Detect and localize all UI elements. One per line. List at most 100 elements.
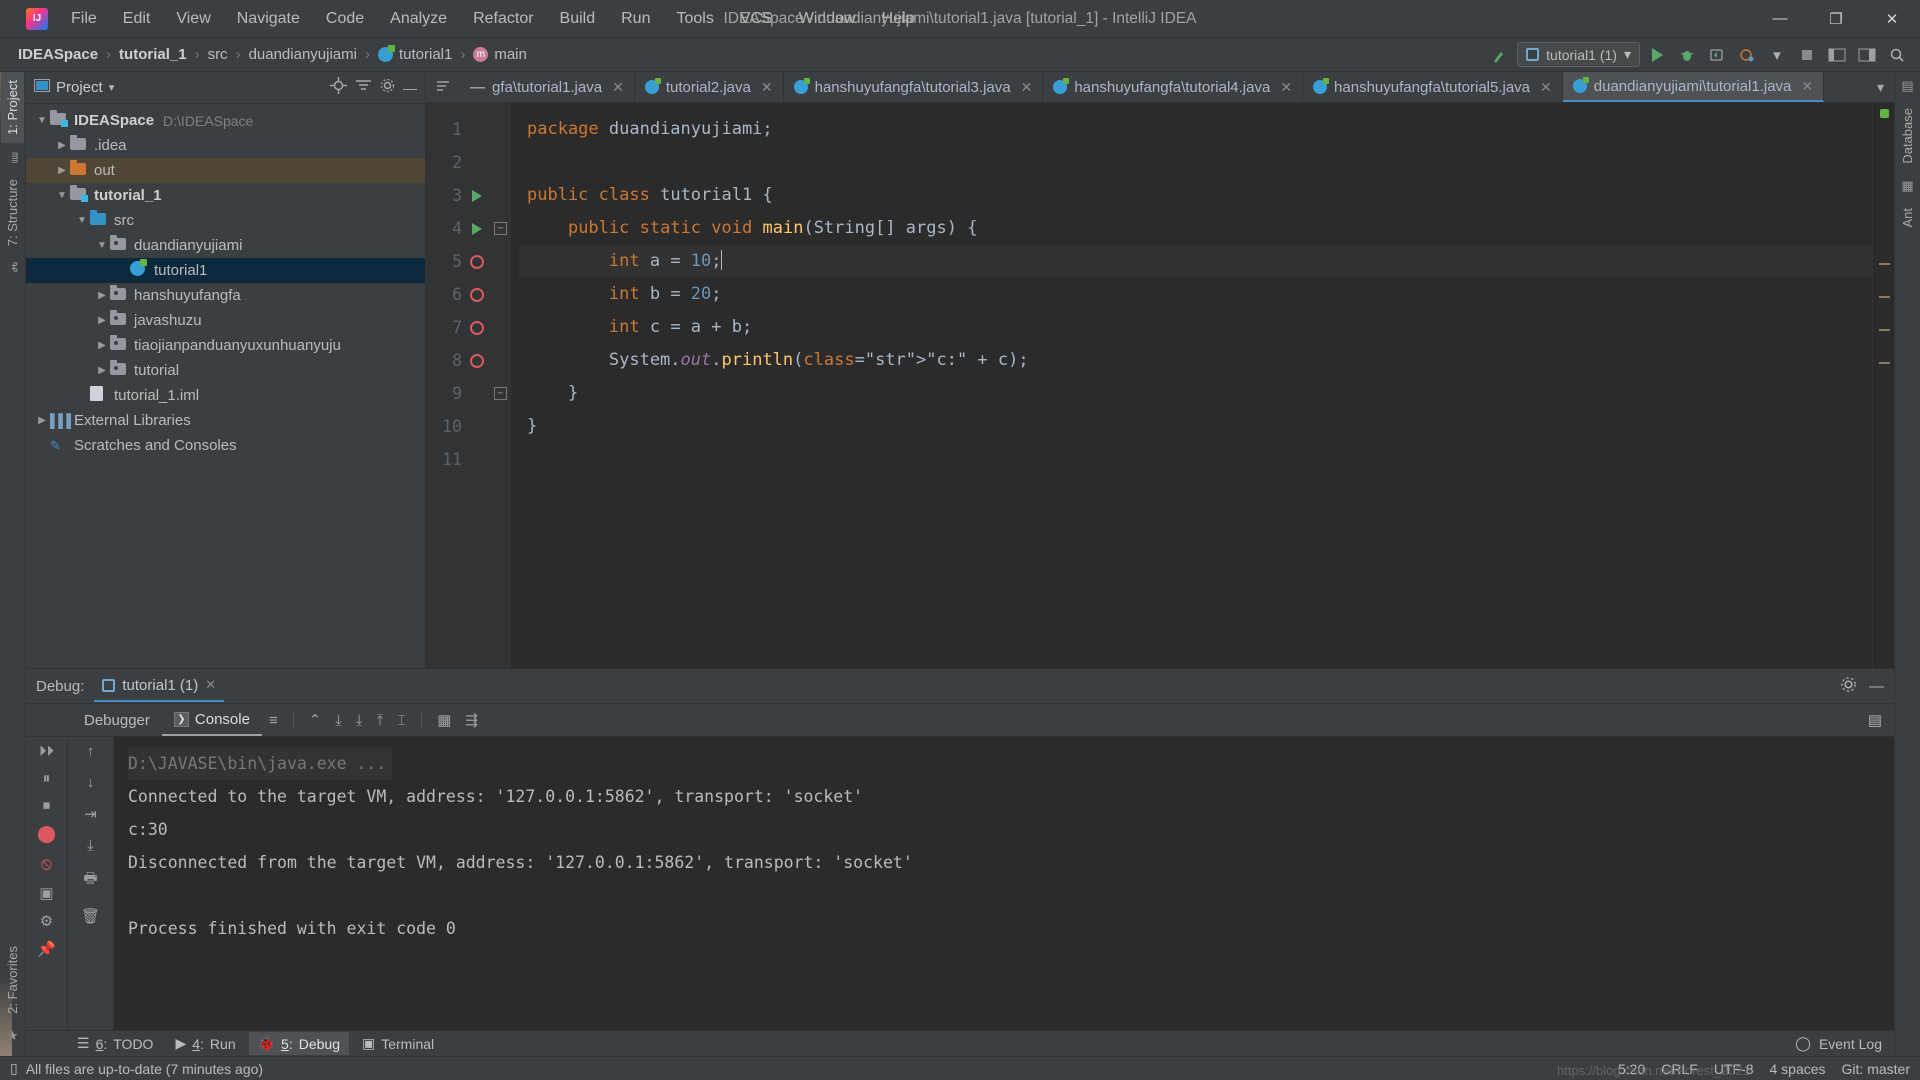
gutter-line-4[interactable]: 4− (426, 212, 511, 245)
error-stripe-marker[interactable] (1872, 103, 1894, 668)
gutter-line-10[interactable]: 10 (426, 410, 511, 443)
menu-code[interactable]: Code (313, 6, 377, 32)
chevron-down-icon[interactable]: ▾ (1764, 42, 1790, 68)
tool-window-debug[interactable]: 🐞 5: Debug (248, 1032, 349, 1055)
tree-expand-arrow-icon[interactable]: ▶ (94, 315, 110, 326)
sidebar-item-database[interactable]: Database (1896, 100, 1919, 172)
hide-window-icon[interactable]: — (403, 80, 417, 96)
tool-window-run[interactable]: ▶ 4: Run (166, 1032, 244, 1055)
breadcrumb-tutorial-1[interactable]: tutorial_1 (115, 45, 191, 64)
close-icon[interactable]: ✕ (1801, 78, 1813, 95)
print-table-icon[interactable]: ▦ (430, 711, 458, 729)
tree-node-tutorial_1[interactable]: ▼ tutorial_1 (26, 183, 425, 208)
close-icon[interactable]: ✕ (1021, 79, 1033, 96)
tree-node-duandianyujiami[interactable]: ▼ duandianyujiami (26, 233, 425, 258)
code-line-9[interactable]: } (519, 377, 1872, 410)
tree-node-javashuzu[interactable]: ▶ javashuzu (26, 308, 425, 333)
clear-all-icon[interactable]: 🗑 (81, 907, 100, 925)
sidebar-item-structure[interactable]: 7: Structure (1, 171, 24, 254)
close-icon[interactable]: ✕ (761, 79, 773, 96)
tool-window-todo[interactable]: ☰ 6: TODO (68, 1032, 162, 1055)
screenshot-icon[interactable]: ▣ (39, 884, 53, 902)
tree-expand-arrow-icon[interactable]: ▶ (54, 140, 70, 151)
settings-gear-icon[interactable] (380, 78, 395, 98)
scroll-to-end-icon[interactable]: ⤓ (349, 712, 370, 729)
gutter-line-5[interactable]: 5 (426, 245, 511, 278)
run-gutter-icon[interactable] (472, 189, 482, 202)
menu-window[interactable]: Window (786, 6, 869, 32)
tree-node-tutorial_1-iml[interactable]: tutorial_1.iml (26, 383, 425, 408)
locate-target-icon[interactable] (330, 76, 347, 99)
tree-node-tutorial1[interactable]: tutorial1 (26, 258, 425, 283)
code-fold-icon[interactable]: − (494, 222, 507, 235)
tree-node--idea[interactable]: ▶ .idea (26, 133, 425, 158)
code-line-7[interactable]: int c = a + b; (519, 311, 1872, 344)
tree-expand-arrow-icon[interactable]: ▶ (54, 165, 70, 176)
menu-navigate[interactable]: Navigate (224, 6, 313, 32)
breakpoint-icon[interactable] (470, 320, 484, 335)
tree-expand-arrow-icon[interactable]: ▼ (34, 115, 50, 126)
event-log-button[interactable]: ◯ Event Log (1795, 1035, 1894, 1052)
editor-tab-hanshuyufangfa-tutorial3-java[interactable]: hanshuyufangfa\tutorial3.java ✕ (783, 72, 1044, 102)
tabs-overflow-icon[interactable]: ▾ (1877, 79, 1884, 96)
pin-icon[interactable]: 📌 (37, 940, 56, 958)
breakpoint-icon[interactable] (470, 353, 484, 368)
breadcrumb-duandianyujiami[interactable]: duandianyujiami (245, 45, 361, 64)
menu-view[interactable]: View (163, 6, 223, 32)
collapse-all-icon[interactable] (355, 78, 372, 98)
tree-expand-arrow-icon[interactable]: ▶ (94, 365, 110, 376)
breadcrumb-src[interactable]: src (204, 45, 232, 64)
scroll-up-icon[interactable]: ⌃ (302, 711, 329, 729)
tree-expand-arrow-icon[interactable]: ▶ (34, 415, 50, 426)
scroll-to-end-icon[interactable]: ⤓ (87, 837, 94, 854)
minimize-button[interactable]: — (1752, 0, 1808, 38)
menu-analyze[interactable]: Analyze (377, 6, 460, 32)
code-line-10[interactable]: } (519, 410, 1872, 443)
run-gutter-icon[interactable] (472, 222, 482, 235)
sidebar-item-favorites[interactable]: 2: Favorites (1, 938, 24, 1022)
gutter-line-9[interactable]: 9− (426, 377, 511, 410)
breadcrumb-tutorial1[interactable]: tutorial1 (374, 45, 456, 64)
tree-node-tiaojianpanduanyuxunhuanyuju[interactable]: ▶ tiaojianpanduanyuxunhuanyuju (26, 333, 425, 358)
close-icon[interactable]: ✕ (1280, 79, 1292, 96)
run-coverage-button[interactable] (1704, 42, 1730, 68)
code-editor[interactable]: 1 2 3 4−5 6 7 8 9−10 11 package duandianyujiami;… (426, 103, 1894, 668)
tree-expand-arrow-icon[interactable]: ▼ (54, 190, 70, 201)
gutter-line-3[interactable]: 3 (426, 179, 511, 212)
menu-help[interactable]: Help (869, 6, 928, 32)
editor-tab-hanshuyufangfa-tutorial5-java[interactable]: hanshuyufangfa\tutorial5.java ✕ (1303, 72, 1563, 102)
gutter-line-11[interactable]: 11 (426, 443, 511, 476)
mute-breakpoints-icon[interactable]: ⦸ (41, 854, 52, 874)
tree-node-external-libraries[interactable]: ▶ ▌▌▌ External Libraries (26, 408, 425, 433)
profile-button[interactable] (1734, 42, 1760, 68)
breakpoint-icon[interactable] (470, 287, 484, 302)
gutter-line-6[interactable]: 6 (426, 278, 511, 311)
gutter-line-7[interactable]: 7 (426, 311, 511, 344)
gutter-line-2[interactable]: 2 (426, 146, 511, 179)
menu-file[interactable]: File (58, 6, 110, 32)
tab-console[interactable]: ❯ Console (161, 705, 262, 736)
tool-window-terminal[interactable]: ▣ Terminal (353, 1032, 443, 1055)
git-branch[interactable]: Git: master (1842, 1061, 1910, 1077)
scroll-to-top-icon[interactable]: ⤒ (370, 712, 391, 729)
sort-icon[interactable] (436, 79, 450, 96)
close-button[interactable]: ✕ (1864, 0, 1920, 38)
breakpoint-icon[interactable] (470, 254, 484, 269)
code-line-8[interactable]: System.out.println(class="str">"c:" + c)… (519, 344, 1872, 377)
console-settings-icon[interactable]: ▤ (1868, 711, 1894, 729)
stop-button[interactable] (1794, 42, 1820, 68)
code-line-4[interactable]: public static void main(String[] args) { (519, 212, 1872, 245)
scroll-down-icon[interactable]: ↓ (87, 774, 95, 791)
settings-gear-icon[interactable]: ⚙ (40, 912, 53, 930)
star-icon[interactable]: ★ (7, 1022, 19, 1050)
scroll-up-icon[interactable]: ↑ (87, 743, 95, 760)
run-button[interactable] (1644, 42, 1670, 68)
settings-gear-icon[interactable] (1840, 676, 1857, 697)
wrap-text-icon[interactable]: ⇶ (458, 711, 485, 729)
tree-node-tutorial[interactable]: ▶ tutorial (26, 358, 425, 383)
tree-node-hanshuyufangfa[interactable]: ▶ hanshuyufangfa (26, 283, 425, 308)
debug-button[interactable] (1674, 42, 1700, 68)
layout-button[interactable] (1824, 42, 1850, 68)
hide-window-icon[interactable]: — (1869, 678, 1884, 695)
menu-refactor[interactable]: Refactor (460, 6, 546, 32)
